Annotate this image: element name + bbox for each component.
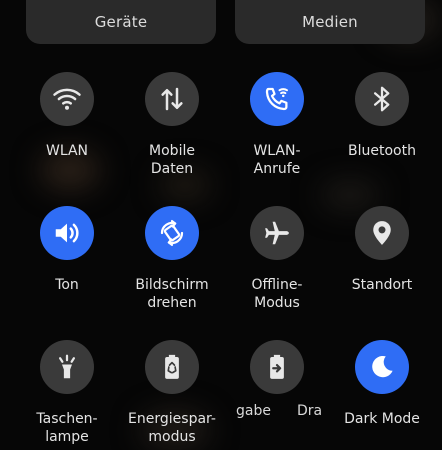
devices-button[interactable]: Geräte — [26, 0, 216, 44]
dark-mode-icon — [355, 340, 409, 394]
auto-rotate-icon — [145, 206, 199, 260]
tile-label: Offline- Modus — [251, 277, 303, 311]
tile-dark-mode[interactable]: Dark Mode — [332, 340, 432, 428]
tile-mobile-data[interactable]: Mobile Daten — [122, 72, 222, 178]
tile-bluetooth[interactable]: Bluetooth — [332, 72, 432, 160]
tile-wlan-calling[interactable]: WLAN- Anrufe — [227, 72, 327, 178]
tile-label: Mobile Daten — [149, 143, 195, 177]
tile-label: Standort — [351, 277, 413, 293]
clipped-label-right: Dra — [297, 403, 323, 419]
clipped-label-left: gabe — [236, 403, 271, 419]
wifi-calling-icon — [250, 72, 304, 126]
volume-icon — [40, 206, 94, 260]
tile-location[interactable]: Standort — [332, 206, 432, 294]
tile-label: Dark Mode — [344, 411, 420, 427]
tile-label: Bildschirm drehen — [135, 277, 209, 311]
tile-airplane-mode[interactable]: Offline- Modus — [227, 206, 327, 312]
tile-flashlight[interactable]: Taschen-lampe — [17, 340, 117, 446]
media-button-label: Medien — [302, 13, 358, 31]
tile-label: WLAN — [45, 143, 88, 159]
flashlight-icon — [40, 340, 94, 394]
mobile-data-icon — [145, 72, 199, 126]
battery-share-icon — [250, 340, 304, 394]
tile-label: Ton — [55, 277, 79, 293]
wifi-icon — [40, 72, 94, 126]
tile-battery-share[interactable] — [227, 340, 327, 394]
tile-wlan[interactable]: WLAN — [17, 72, 117, 160]
tile-label: Taschen-lampe — [36, 411, 98, 445]
tile-label: WLAN- Anrufe — [253, 143, 301, 177]
airplane-icon — [250, 206, 304, 260]
tile-battery-saver[interactable]: Energiespar-modus — [122, 340, 222, 446]
media-button[interactable]: Medien — [235, 0, 425, 44]
devices-button-label: Geräte — [94, 13, 148, 31]
tile-label: Energiespar-modus — [128, 411, 216, 445]
bluetooth-icon — [355, 72, 409, 126]
tile-auto-rotate[interactable]: Bildschirm drehen — [122, 206, 222, 312]
tile-sound[interactable]: Ton — [17, 206, 117, 294]
battery-saver-icon — [145, 340, 199, 394]
location-icon — [355, 206, 409, 260]
tile-label: Bluetooth — [348, 143, 416, 159]
